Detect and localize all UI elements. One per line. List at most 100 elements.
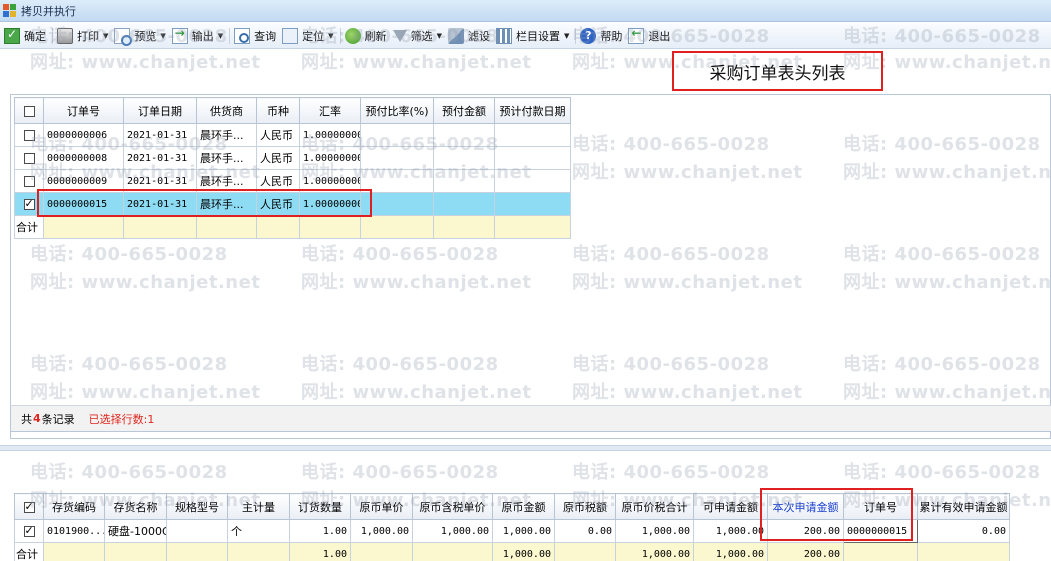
column-header[interactable]: 原币金额 — [492, 493, 555, 520]
dropdown-arrow-icon[interactable]: ▼ — [218, 32, 223, 40]
table-cell[interactable]: 晨环手... — [196, 169, 257, 193]
table-cell[interactable]: 2021-01-31 — [123, 169, 197, 193]
table-cell[interactable]: 1.00000000 — [299, 192, 361, 216]
locate-button[interactable]: 定位 ▼ — [280, 25, 337, 47]
column-header[interactable]: 预付金额 — [433, 97, 495, 124]
table-cell[interactable] — [494, 123, 571, 147]
row-checkbox[interactable] — [23, 130, 35, 141]
table-cell[interactable] — [494, 169, 571, 193]
table-cell[interactable]: 人民币 — [256, 169, 300, 193]
dropdown-arrow-icon[interactable]: ▼ — [564, 32, 569, 40]
table-cell[interactable]: 0.00 — [554, 519, 616, 543]
column-header[interactable]: 供货商 — [196, 97, 257, 124]
column-header[interactable]: 原币单价 — [350, 493, 413, 520]
export-button[interactable]: 输出 ▼ — [170, 25, 227, 47]
row-checkbox[interactable] — [23, 153, 35, 164]
table-cell[interactable] — [433, 192, 495, 216]
table-cell[interactable]: 1,000.00 — [492, 519, 555, 543]
table-row[interactable]: 00000000152021-01-31晨环手...人民币1.00000000 — [14, 192, 571, 216]
confirm-button[interactable]: 确定 — [2, 25, 50, 47]
table-cell[interactable]: 0101900... — [43, 519, 105, 543]
table-cell[interactable]: 1,000.00 — [350, 519, 413, 543]
column-header[interactable]: 预计付款日期 — [494, 97, 571, 124]
column-header[interactable]: 可申请金额 — [693, 493, 768, 520]
row-select-cell[interactable] — [14, 123, 44, 147]
column-header[interactable]: 原币税额 — [554, 493, 616, 520]
row-checkbox[interactable] — [23, 524, 35, 537]
table-cell[interactable] — [360, 192, 434, 216]
table-cell[interactable] — [494, 146, 571, 170]
column-settings-button[interactable]: 栏目设置 ▼ — [494, 25, 573, 47]
preview-button[interactable]: 预览 ▼ — [112, 25, 169, 47]
table-cell[interactable]: 人民币 — [256, 146, 300, 170]
table-cell[interactable]: 0.00 — [917, 519, 1010, 543]
column-header[interactable]: 币种 — [256, 97, 300, 124]
table-cell[interactable]: 0000000006 — [43, 123, 124, 147]
row-select-cell[interactable] — [14, 519, 44, 543]
table-cell[interactable] — [433, 169, 495, 193]
column-header[interactable]: 存货名称 — [104, 493, 167, 520]
splitter[interactable] — [0, 445, 1051, 451]
table-cell[interactable] — [433, 146, 495, 170]
table-cell[interactable]: 2021-01-31 — [123, 123, 197, 147]
table-cell[interactable]: 人民币 — [256, 123, 300, 147]
exit-button[interactable]: 退出 — [626, 25, 674, 47]
row-select-cell[interactable] — [14, 146, 44, 170]
table-cell[interactable]: 1.00 — [289, 519, 351, 543]
table-cell[interactable]: 晨环手... — [196, 123, 257, 147]
column-header[interactable]: 订货数量 — [289, 493, 351, 520]
table-cell[interactable]: 200.00 — [767, 519, 844, 543]
dropdown-arrow-icon[interactable]: ▼ — [103, 32, 108, 40]
table-cell[interactable]: 2021-01-31 — [123, 192, 197, 216]
table-cell[interactable]: 0000000009 — [43, 169, 124, 193]
print-button[interactable]: 打印 ▼ — [55, 25, 112, 47]
row-checkbox[interactable] — [23, 197, 35, 210]
column-header[interactable]: 规格型号 — [166, 493, 228, 520]
column-header[interactable]: 原币价税合计 — [615, 493, 694, 520]
table-cell[interactable]: 硬盘-1000G — [104, 519, 167, 543]
column-header[interactable]: 存货编码 — [43, 493, 105, 520]
filter-settings-button[interactable]: 滤设 — [446, 25, 494, 47]
table-row[interactable]: 0000000008 2021-01-31 晨环手... 人民币 1.00000000 — [14, 146, 571, 170]
table-cell[interactable]: 1,000.00 — [693, 519, 768, 543]
help-button[interactable]: ? 帮助 — [578, 25, 626, 47]
table-row[interactable]: 0000000006 2021-01-31 晨环手... 人民币 1.00000000 — [14, 123, 571, 147]
table-cell[interactable] — [433, 123, 495, 147]
table-cell[interactable]: 2021-01-31 — [123, 146, 197, 170]
column-header[interactable]: 主计量 — [227, 493, 290, 520]
table-cell[interactable]: 人民币 — [256, 192, 300, 216]
column-header[interactable]: 累计有效申请金额 — [917, 493, 1010, 520]
column-header[interactable]: 订单日期 — [123, 97, 197, 124]
dropdown-arrow-icon[interactable]: ▼ — [437, 32, 442, 40]
row-select-cell[interactable] — [14, 169, 44, 193]
select-all-header[interactable] — [14, 97, 44, 124]
table-row[interactable]: 0101900...硬盘-1000G个1.001,000.001,000.001… — [14, 519, 1010, 543]
dropdown-arrow-icon[interactable]: ▼ — [328, 32, 333, 40]
dropdown-arrow-icon[interactable]: ▼ — [160, 32, 165, 40]
table-cell[interactable]: 0000000015 — [843, 519, 918, 543]
column-header[interactable]: 本次申请金额 — [767, 493, 844, 520]
row-checkbox[interactable] — [23, 176, 35, 187]
table-cell[interactable]: 个 — [227, 519, 290, 543]
table-row[interactable]: 0000000009 2021-01-31 晨环手... 人民币 1.00000000 — [14, 169, 571, 193]
table-cell[interactable] — [360, 123, 434, 147]
table-cell[interactable]: 1.00000000 — [299, 146, 361, 170]
table-cell[interactable] — [166, 519, 228, 543]
refresh-button[interactable]: 刷新 — [343, 25, 391, 47]
query-button[interactable]: 查询 — [232, 25, 280, 47]
column-header[interactable]: 订单号 — [43, 97, 124, 124]
table-cell[interactable]: 1.00000000 — [299, 169, 361, 193]
select-all-header[interactable] — [14, 493, 44, 520]
table-cell[interactable]: 1.00000000 — [299, 123, 361, 147]
column-header[interactable]: 汇率 — [299, 97, 361, 124]
row-checkbox[interactable] — [23, 500, 35, 513]
table-cell[interactable]: 0000000008 — [43, 146, 124, 170]
table-cell[interactable] — [360, 146, 434, 170]
column-header[interactable]: 预付比率(%) — [360, 97, 434, 124]
table-cell[interactable]: 1,000.00 — [412, 519, 493, 543]
row-checkbox[interactable] — [23, 105, 35, 117]
filter-button[interactable]: 筛选 ▼ — [391, 25, 446, 47]
table-cell[interactable]: 0000000015 — [43, 192, 124, 216]
table-cell[interactable] — [360, 169, 434, 193]
row-select-cell[interactable] — [14, 192, 44, 216]
